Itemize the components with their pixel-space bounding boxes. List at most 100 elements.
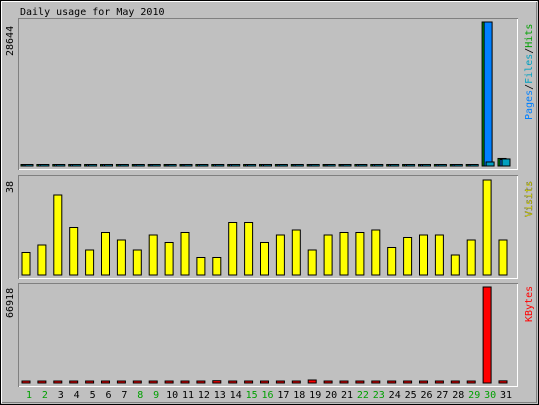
kbytes-bar	[450, 380, 460, 384]
x-tick-label: 9	[153, 390, 159, 401]
legend-files: Files	[524, 54, 535, 84]
kbytes-bar	[69, 380, 79, 384]
visits-bar	[482, 179, 492, 276]
visits-bar	[339, 232, 349, 276]
x-tick-label: 15	[246, 390, 258, 401]
visits-bar	[387, 247, 397, 276]
x-tick-label: 12	[198, 390, 210, 401]
visits-bar	[419, 234, 428, 276]
x-tick-label: 16	[261, 390, 273, 401]
kbytes-bar	[323, 380, 333, 384]
kbytes-legend: KBytes	[524, 286, 535, 322]
files-bar	[56, 164, 66, 167]
files-bar	[40, 164, 50, 167]
kbytes-bar	[387, 380, 397, 384]
visits-bar	[434, 234, 444, 276]
kbytes-ymax-label: 66918	[5, 288, 16, 318]
visits-bar	[371, 229, 381, 276]
visits-ymax-label: 38	[5, 181, 16, 193]
files-bar	[167, 164, 177, 167]
files-bar	[374, 164, 384, 167]
kbytes-bar	[37, 380, 47, 384]
visits-bar	[228, 222, 238, 276]
files-bar	[422, 164, 431, 167]
visits-bar	[85, 249, 95, 276]
x-tick-label: 6	[105, 390, 111, 401]
files-bar	[119, 164, 129, 167]
files-bar	[24, 164, 34, 167]
kbytes-bar	[498, 380, 508, 384]
files-bar	[215, 164, 225, 167]
pages-bar	[483, 21, 493, 167]
kbytes-bar	[291, 380, 301, 384]
kbytes-bar	[339, 380, 349, 384]
files-bar	[294, 164, 304, 167]
visits-bar	[180, 232, 190, 276]
kbytes-bar	[355, 380, 365, 384]
x-tick-label: 21	[341, 390, 353, 401]
files-bar	[358, 164, 368, 167]
files-bar	[88, 164, 98, 167]
daily-usage-chart: Daily usage for May 2010 28644 38 66918 …	[0, 0, 539, 405]
visits-bar	[212, 257, 222, 276]
hits-panel	[18, 18, 518, 170]
x-tick-label: 11	[182, 390, 194, 401]
x-tick-label: 28	[452, 390, 464, 401]
visits-bar	[291, 229, 301, 276]
visits-bar	[69, 227, 79, 276]
visits-bar	[355, 232, 365, 276]
x-tick-label: 4	[74, 390, 80, 401]
kbytes-bar	[482, 286, 492, 384]
visits-bar	[260, 242, 269, 276]
x-tick-label: 31	[500, 390, 512, 401]
kbytes-bar	[148, 380, 158, 384]
legend-pages: Pages	[524, 90, 535, 120]
x-tick-label: 7	[121, 390, 127, 401]
x-tick-label: 14	[230, 390, 242, 401]
files-bar	[437, 164, 447, 167]
visits-bar	[323, 234, 333, 276]
chart-title: Daily usage for May 2010	[20, 7, 165, 18]
visits-bar	[498, 239, 508, 276]
kbytes-bar	[275, 380, 285, 384]
visits-bar	[307, 249, 317, 276]
visits-bar	[275, 234, 285, 276]
x-tick-label: 27	[436, 390, 448, 401]
x-tick-label: 29	[468, 390, 480, 401]
visits-bar	[21, 252, 31, 276]
files-bar	[231, 164, 241, 167]
files-bar	[151, 164, 161, 167]
kbytes-bar	[85, 380, 95, 384]
x-tick-label: 22	[357, 390, 369, 401]
files-bar	[310, 164, 320, 167]
files-bar	[278, 164, 288, 167]
visits-bar	[164, 242, 174, 276]
visits-legend: Visits	[524, 181, 535, 217]
files-bar	[183, 164, 193, 167]
x-tick-label: 23	[373, 390, 385, 401]
files-bar	[390, 164, 400, 167]
kbytes-bar	[53, 380, 63, 384]
x-tick-label: 20	[325, 390, 337, 401]
legend-hits: Hits	[524, 24, 535, 48]
visits-bar	[196, 257, 206, 276]
x-tick-label: 1	[26, 390, 32, 401]
kbytes-bar	[307, 379, 317, 384]
files-bar	[406, 164, 416, 167]
kbytes-bar	[260, 380, 269, 384]
files-bar	[485, 161, 495, 167]
files-bar	[453, 164, 463, 167]
visits-bar	[148, 234, 158, 276]
kbytes-bar	[419, 380, 428, 384]
kbytes-bar	[196, 380, 206, 384]
kbytes-bar	[212, 380, 222, 384]
visits-bar	[53, 194, 63, 276]
files-bar	[72, 164, 82, 167]
files-bar	[469, 164, 479, 167]
x-tick-label: 10	[166, 390, 178, 401]
x-tick-label: 18	[293, 390, 305, 401]
kbytes-bar	[371, 380, 381, 384]
x-tick-label: 26	[420, 390, 432, 401]
visits-bar	[450, 254, 460, 276]
kbytes-bar	[116, 380, 126, 384]
